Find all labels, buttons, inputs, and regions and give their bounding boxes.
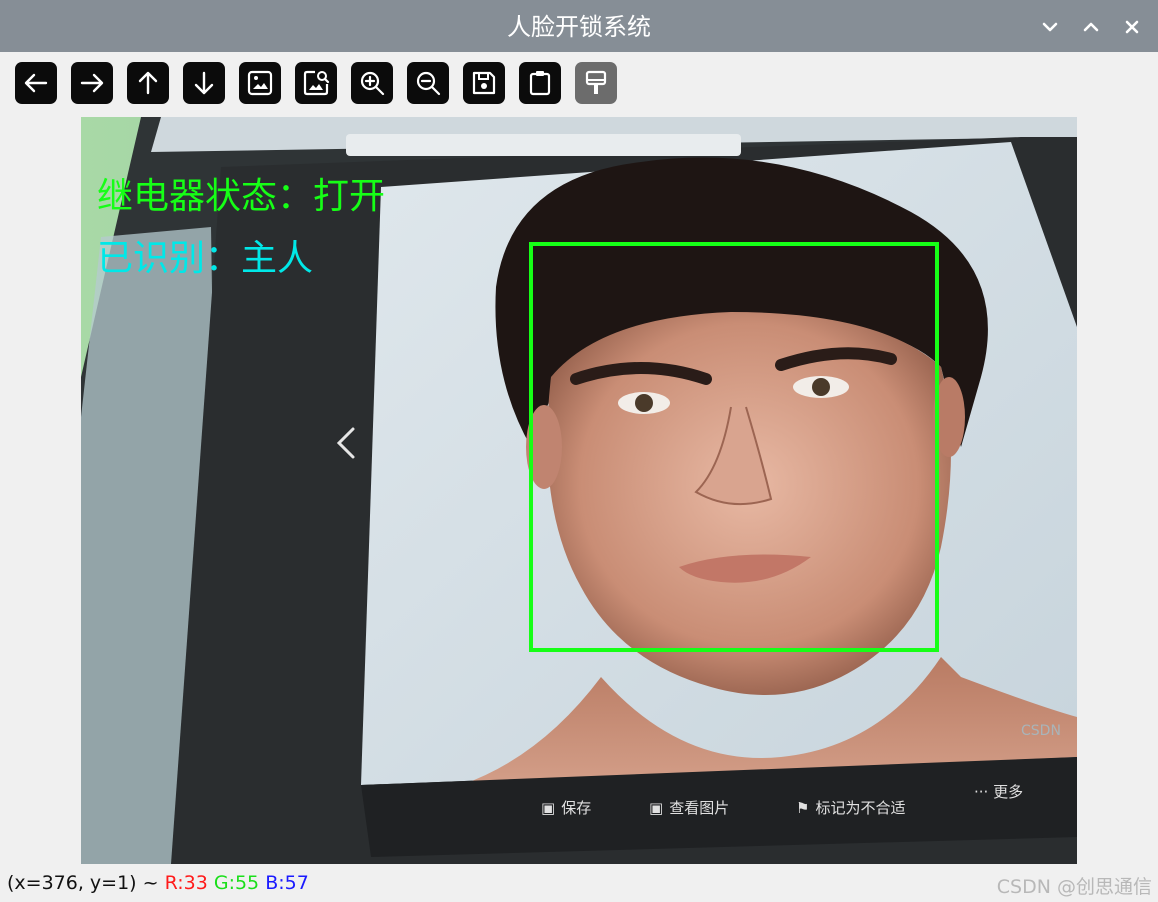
title-bar: 人脸开锁系统 — [0, 0, 1158, 52]
zoom-original-button[interactable] — [239, 62, 281, 104]
zoom-in-button[interactable] — [351, 62, 393, 104]
arrow-up-icon — [138, 71, 158, 95]
save-icon — [472, 71, 496, 95]
photo-more-label: ··· 更多 — [974, 783, 1024, 801]
svg-text:CSDN: CSDN — [1021, 723, 1061, 739]
photo-view-label: 查看图片 — [669, 799, 730, 817]
pixel-blue-value: B:57 — [265, 872, 309, 894]
pixel-red-value: R:33 — [164, 872, 208, 894]
photo-flag-label: 标记为不合适 — [815, 799, 906, 817]
face-detection-box — [529, 242, 939, 652]
arrow-left-icon — [24, 73, 48, 93]
maximize-button[interactable] — [1078, 14, 1104, 40]
zoom-in-icon — [360, 71, 385, 96]
photo-save-label: 保存 — [561, 799, 592, 817]
zoom-out-icon — [416, 71, 441, 96]
pan-right-button[interactable] — [71, 62, 113, 104]
image-icon — [247, 70, 273, 96]
save-icon: ▣ — [541, 798, 556, 817]
arrow-right-icon — [80, 73, 104, 93]
paint-brush-icon — [585, 70, 607, 94]
pixel-info: (x=376, y=1) ~ R:33 G:55 B:57 — [7, 872, 309, 894]
pan-left-button[interactable] — [15, 62, 57, 104]
relay-status-text: 继电器状态：打开 — [97, 176, 386, 217]
toolbar — [0, 52, 1158, 114]
pan-down-button[interactable] — [183, 62, 225, 104]
pixel-green-value: G:55 — [213, 872, 260, 894]
copy-clipboard-button[interactable] — [519, 62, 561, 104]
photo-more-action: ··· 更多 — [974, 781, 1023, 802]
properties-button[interactable] — [575, 62, 617, 104]
watermark: CSDN @创思通信 — [996, 876, 1152, 898]
clipboard-icon — [529, 71, 551, 96]
zoom-out-button[interactable] — [407, 62, 449, 104]
arrow-down-icon — [194, 71, 214, 95]
image-search-icon — [303, 70, 330, 96]
photo-view-action: ▣ 查看图片 — [649, 797, 729, 818]
close-button[interactable] — [1119, 14, 1145, 40]
chevron-up-icon — [1083, 22, 1099, 32]
recognition-status-text: 已识别：主人 — [97, 238, 314, 279]
camera-view[interactable]: CSDN ▣ 保存 ▣ 查看图片 ⚑ 标记为不合适 ··· 更多 继电器状态：打… — [81, 117, 1077, 864]
chevron-down-icon — [1042, 22, 1058, 32]
zoom-fit-button[interactable] — [295, 62, 337, 104]
photo-save-action: ▣ 保存 — [541, 797, 591, 818]
flag-icon: ⚑ — [796, 798, 810, 817]
close-icon — [1125, 20, 1139, 34]
pan-up-button[interactable] — [127, 62, 169, 104]
save-button[interactable] — [463, 62, 505, 104]
cursor-coordinates: (x=376, y=1) ~ — [7, 872, 159, 894]
window-title: 人脸开锁系统 — [507, 13, 651, 41]
minimize-button[interactable] — [1037, 14, 1063, 40]
photo-flag-action: ⚑ 标记为不合适 — [796, 797, 905, 818]
status-bar: (x=376, y=1) ~ R:33 G:55 B:57 CSDN @创思通信 — [0, 864, 1158, 902]
image-icon: ▣ — [649, 798, 664, 817]
